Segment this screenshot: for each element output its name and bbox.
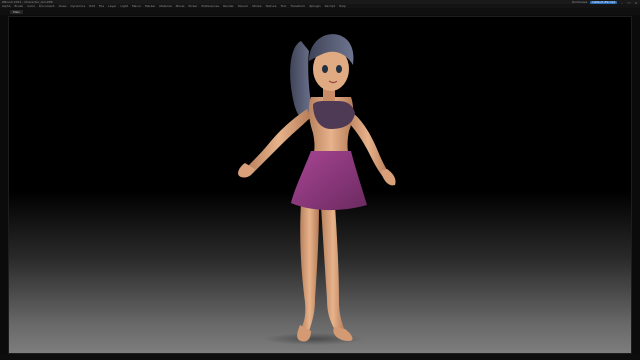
- left-arm: [247, 109, 311, 173]
- character-model: [238, 34, 396, 345]
- eye-left: [322, 65, 328, 73]
- right-leg: [321, 205, 345, 333]
- skirt: [291, 151, 367, 211]
- tab-main[interactable]: Main: [10, 10, 24, 14]
- status-bar: [0, 354, 640, 360]
- left-leg: [300, 203, 319, 331]
- right-shelf: [632, 16, 640, 356]
- eye-right: [336, 65, 342, 73]
- left-shelf: [0, 16, 8, 356]
- tab-bar: Main: [0, 8, 640, 15]
- right-hand: [381, 169, 396, 186]
- 3d-viewport[interactable]: [8, 16, 632, 354]
